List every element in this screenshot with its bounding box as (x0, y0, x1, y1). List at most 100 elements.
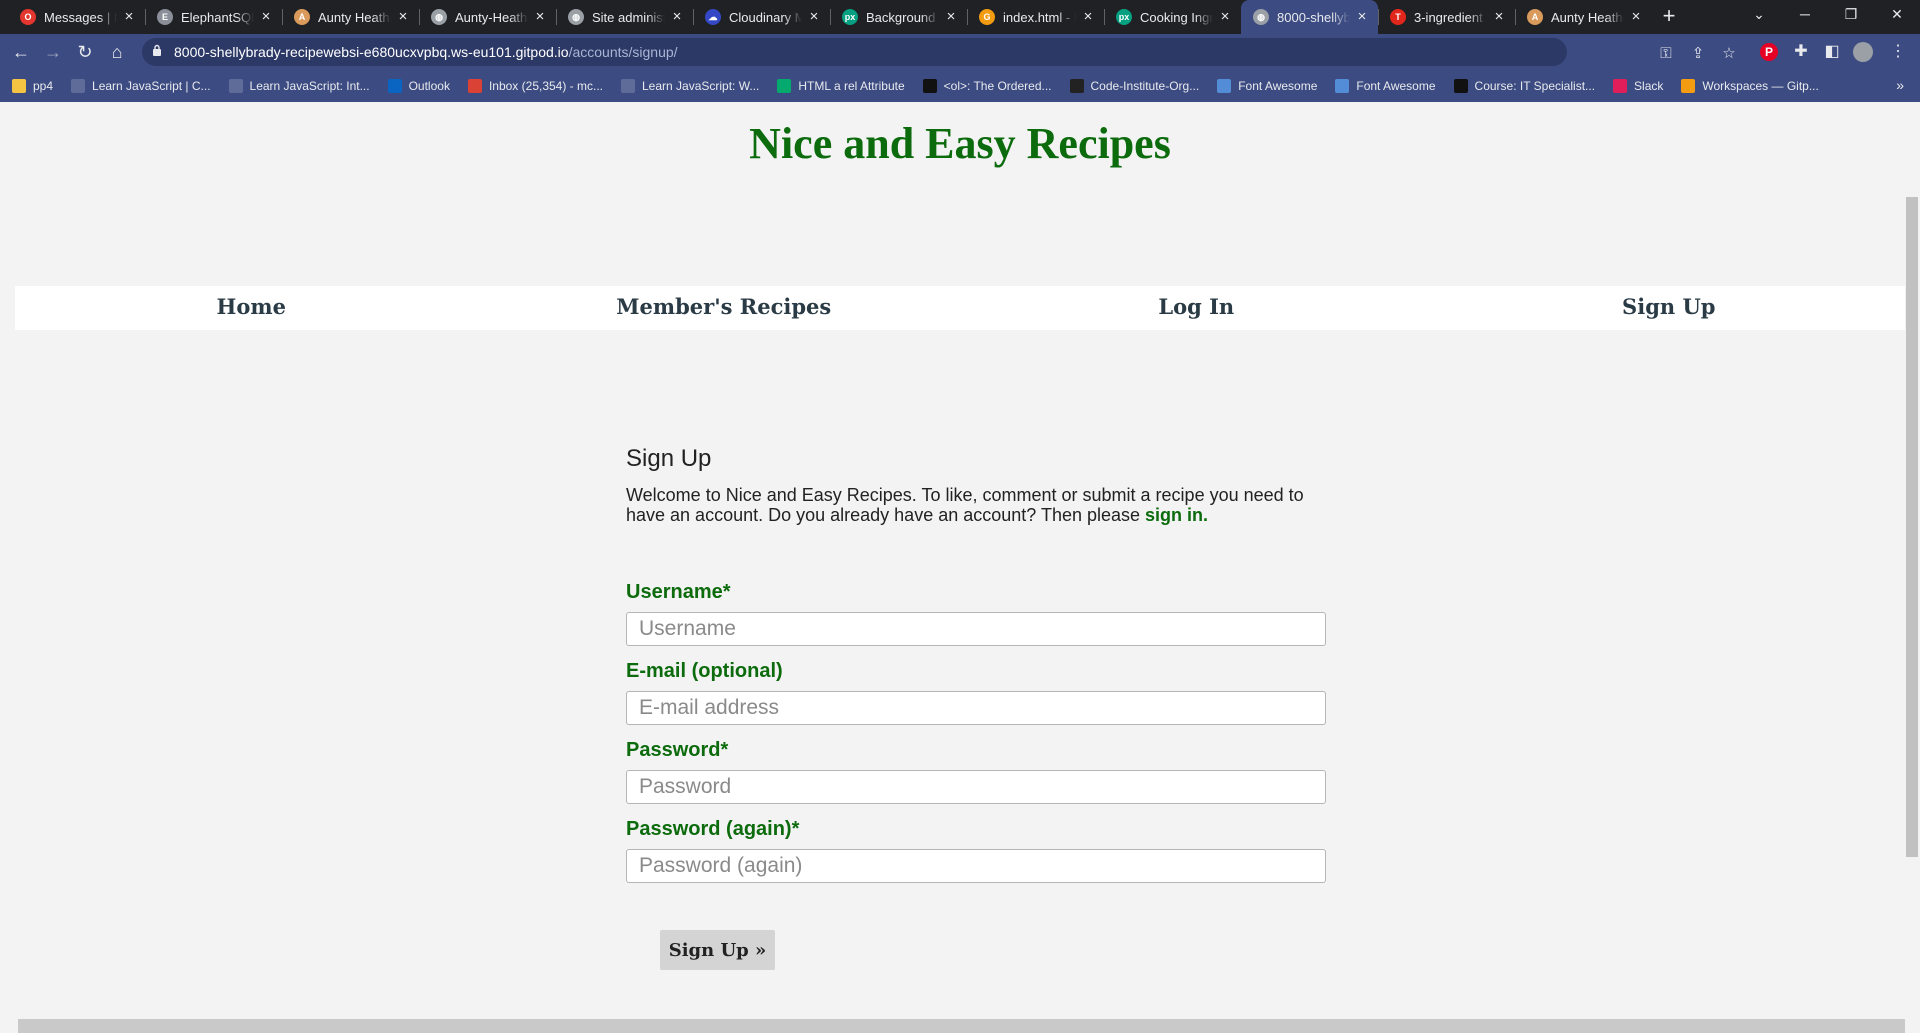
tab-close-icon[interactable]: × (1080, 9, 1096, 25)
share-icon[interactable]: ⇪ (1689, 45, 1707, 63)
bookmark-label: Inbox (25,354) - mc... (488, 79, 603, 93)
gitpod-icon (1681, 79, 1696, 93)
nav-sign-up[interactable]: Sign Up (1433, 286, 1906, 330)
tab-active[interactable]: ◍ 8000-shellybr × (1241, 0, 1378, 34)
bookmark-item[interactable]: Inbox (25,354) - mc... (467, 79, 603, 93)
tab-search-icon[interactable]: ⌄ (1736, 0, 1782, 30)
tasty-icon: T (1390, 9, 1406, 25)
close-window-icon[interactable]: ✕ (1874, 0, 1920, 30)
bookmark-label: Font Awesome (1238, 79, 1318, 93)
site-title: Nice and Easy Recipes (749, 119, 1171, 168)
tab-title: Cooking Ingre (1140, 9, 1213, 25)
browser-tab[interactable]: A Aunty Heathe × (1515, 0, 1652, 34)
w3schools-icon (777, 79, 792, 93)
tab-close-icon[interactable]: × (1628, 9, 1644, 25)
new-tab-button[interactable]: + (1652, 0, 1686, 34)
profile-avatar-icon[interactable] (1853, 42, 1873, 62)
bookmark-label: Learn JavaScript: Int... (249, 79, 370, 93)
tab-close-icon[interactable]: × (1217, 9, 1233, 25)
key-icon[interactable]: ⚿ (1657, 45, 1675, 63)
bookmark-item[interactable]: Workspaces — Gitp... (1681, 79, 1819, 93)
bookmark-item[interactable]: Slack (1613, 79, 1663, 93)
side-panel-icon[interactable]: ◧ (1822, 42, 1842, 62)
tab-close-icon[interactable]: × (121, 9, 137, 25)
tab-close-icon[interactable]: × (1491, 9, 1507, 25)
tab-close-icon[interactable]: × (669, 9, 685, 25)
browser-tab[interactable]: ◍ Site administr × (556, 0, 693, 34)
lock-icon (153, 44, 161, 56)
bookmark-item[interactable]: Course: IT Specialist... (1453, 79, 1595, 93)
nav-members-recipes[interactable]: Member's Recipes (488, 286, 961, 330)
browser-tab[interactable]: T 3-ingredient × (1378, 0, 1515, 34)
aunty-heather-icon: A (1527, 9, 1543, 25)
nav-log-in[interactable]: Log In (960, 286, 1433, 330)
nav-home[interactable]: Home (15, 286, 488, 330)
url-text: 8000-shellybrady-recipewebsi-e680ucxvpbq… (174, 44, 678, 60)
password-input[interactable] (626, 770, 1326, 804)
browser-tab[interactable]: px Background E× (830, 0, 967, 34)
browser-tab[interactable]: O Messages | M × (8, 0, 145, 34)
aunty-heather-icon: A (294, 9, 310, 25)
tab-strip: O Messages | M × E ElephantSQL × A Aunty Heathe… (0, 0, 1920, 34)
scrollbar-track[interactable] (1905, 102, 1920, 1033)
email-label: E-mail (optional) (626, 660, 783, 682)
back-arrow-icon[interactable]: ← (8, 39, 34, 65)
menu-kebab-icon[interactable]: ⋮ (1888, 42, 1908, 62)
tab-title: Aunty-Heathe (455, 9, 528, 25)
tab-close-icon[interactable]: × (395, 9, 411, 25)
sign-up-submit-button[interactable]: Sign Up » (660, 930, 775, 970)
bookmarks-overflow-icon[interactable]: » (1896, 77, 1904, 93)
signup-intro: Welcome to Nice and Easy Recipes. To lik… (626, 485, 1316, 525)
browser-tab[interactable]: E ElephantSQL × (145, 0, 282, 34)
browser-tab[interactable]: ☁ Cloudinary M × (693, 0, 830, 34)
bookmark-item[interactable]: Code-Institute-Org... (1069, 79, 1200, 93)
tab-title: 3-ingredient (1414, 9, 1483, 25)
bookmark-item[interactable]: Learn JavaScript: Int... (228, 79, 370, 93)
github-icon (1069, 79, 1084, 93)
username-label: Username* (626, 581, 731, 603)
tab-close-icon[interactable]: × (806, 9, 822, 25)
bookmark-star-icon[interactable]: ☆ (1720, 45, 1738, 63)
mdn-icon (922, 79, 937, 93)
tab-title: index.html - F (1003, 9, 1076, 25)
bookmark-item[interactable]: pp4 (12, 79, 53, 93)
pinterest-icon[interactable]: P (1760, 43, 1778, 61)
reload-icon[interactable]: ↻ (72, 39, 98, 65)
browser-tab[interactable]: Gindex.html - F × (967, 0, 1104, 34)
tab-close-icon[interactable]: × (1354, 9, 1370, 25)
bookmark-item[interactable]: Learn JavaScript | C... (71, 79, 211, 93)
gmail-icon (467, 79, 482, 93)
restore-icon[interactable]: ❐ (1828, 0, 1874, 30)
tab-title: Aunty Heathe (318, 9, 391, 25)
bookmark-label: Outlook (408, 79, 450, 93)
forward-arrow-icon[interactable]: → (40, 39, 66, 65)
extensions-puzzle-icon[interactable]: ✚ (1791, 42, 1811, 62)
browser-tab[interactable]: px Cooking Ingre × (1104, 0, 1241, 34)
username-input[interactable] (626, 612, 1326, 646)
bookmark-label: Learn JavaScript | C... (92, 79, 211, 93)
tab-close-icon[interactable]: × (532, 9, 548, 25)
globe-icon: ◍ (1253, 9, 1269, 25)
tab-close-icon[interactable]: × (258, 9, 274, 25)
bookmark-item[interactable]: Learn JavaScript: W... (621, 79, 759, 93)
page-icon (228, 79, 243, 93)
home-icon[interactable]: ⌂ (104, 39, 130, 65)
tab-close-icon[interactable]: × (943, 9, 959, 25)
bookmark-item[interactable]: <ol>: The Ordered... (922, 79, 1052, 93)
gitpod-icon: G (979, 9, 995, 25)
browser-toolbar: ← → ↻ ⌂ 8000-shellybrady-recipewebsi-e68… (0, 34, 1920, 70)
bookmark-item[interactable]: Font Awesome (1335, 79, 1436, 93)
address-bar[interactable]: 8000-shellybrady-recipewebsi-e680ucxvpbq… (142, 38, 1736, 66)
sign-in-link[interactable]: sign in. (1145, 505, 1208, 525)
bookmark-item[interactable]: HTML a rel Attribute (777, 79, 905, 93)
bookmark-item[interactable]: Font Awesome (1217, 79, 1317, 93)
minimize-icon[interactable]: ─ (1782, 0, 1828, 30)
email-input[interactable] (626, 691, 1326, 725)
scrollbar-thumb[interactable] (1906, 197, 1918, 857)
browser-tab[interactable]: ◍ Aunty-Heathe × (419, 0, 556, 34)
password-again-input[interactable] (626, 849, 1326, 883)
browser-tab[interactable]: A Aunty Heathe × (282, 0, 419, 34)
bookmark-label: Code-Institute-Org... (1090, 79, 1200, 93)
bookmark-label: Learn JavaScript: W... (642, 79, 760, 93)
bookmark-item[interactable]: Outlook (387, 79, 450, 93)
